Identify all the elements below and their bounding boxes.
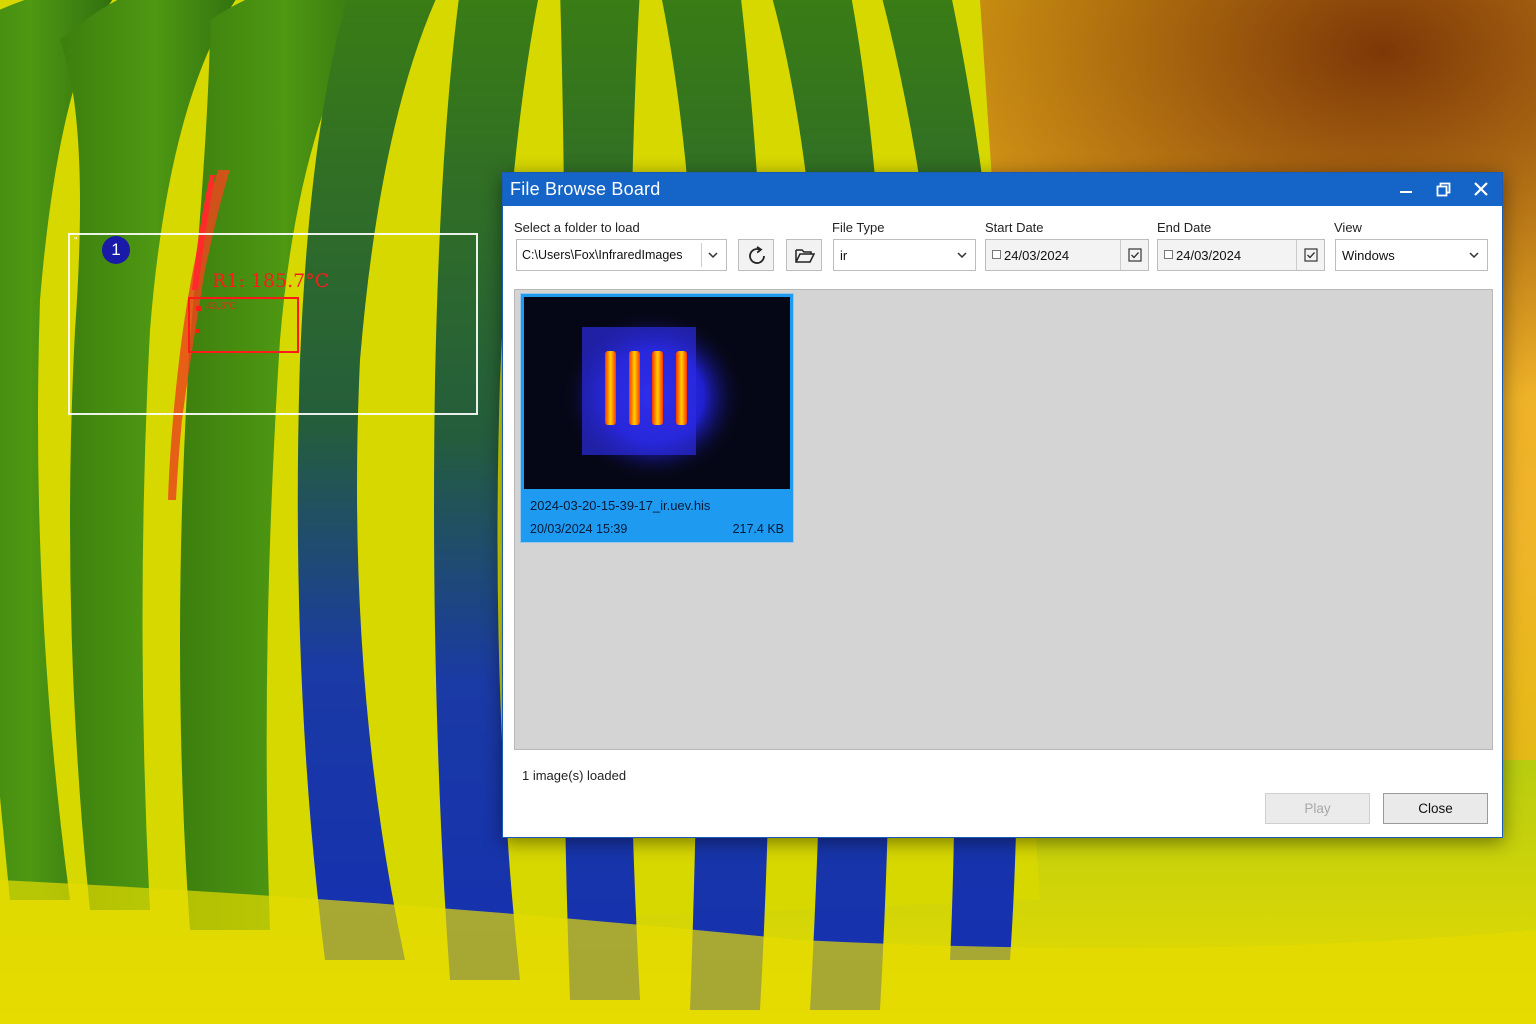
start-date-label: Start Date [985, 220, 1044, 235]
start-date-dropdown[interactable] [1120, 240, 1148, 270]
start-date-checkbox[interactable] [992, 250, 1001, 259]
file-name: 2024-03-20-15-39-17_ir.uev.his [530, 498, 711, 513]
folder-open-icon [795, 249, 816, 263]
view-value: Windows [1342, 248, 1395, 263]
roi-temperature-label: R1: 185.7°C [212, 270, 330, 292]
minimize-icon [1400, 191, 1412, 193]
area-handle[interactable]: " [74, 237, 78, 247]
file-type-select[interactable]: ir [833, 239, 976, 271]
file-thumbnail-image [524, 297, 790, 489]
cold-spot-marker [196, 329, 200, 333]
hot-spot-marker [196, 306, 201, 311]
open-folder-button[interactable] [786, 239, 822, 271]
refresh-button[interactable] [738, 239, 774, 271]
dialog-titlebar[interactable]: File Browse Board [503, 173, 1502, 206]
end-date-value: 24/03/2024 [1176, 248, 1242, 263]
end-date-dropdown[interactable] [1296, 240, 1324, 270]
start-date-value: 24/03/2024 [1004, 248, 1070, 263]
view-label: View [1334, 220, 1362, 235]
file-tile[interactable]: 2024-03-20-15-39-17_ir.uev.his 20/03/202… [520, 293, 794, 543]
end-date-picker[interactable]: 24/03/2024 [1157, 239, 1325, 271]
restore-icon [1436, 182, 1450, 197]
roi-rectangle[interactable]: 43.3°C [188, 297, 299, 353]
chevron-down-icon [1469, 252, 1479, 259]
refresh-icon [749, 246, 765, 264]
file-type-label: File Type [832, 220, 885, 235]
file-browse-dialog: File Browse Board Select a folder to loa… [502, 172, 1503, 838]
calendar-check-icon [1304, 248, 1318, 262]
chevron-down-icon[interactable] [708, 250, 718, 260]
end-date-label: End Date [1157, 220, 1212, 235]
file-datetime: 20/03/2024 15:39 [530, 522, 628, 536]
folder-path-value: C:\Users\Fox\InfraredImages [522, 248, 683, 262]
minimize-button[interactable] [1388, 173, 1424, 206]
folder-path-combobox[interactable]: C:\Users\Fox\InfraredImages [516, 239, 727, 271]
roi-inner-reading: 43.3°C [206, 301, 237, 312]
restore-button[interactable] [1425, 173, 1461, 206]
dialog-title: File Browse Board [510, 179, 661, 199]
close-icon [1474, 182, 1488, 196]
status-text: 1 image(s) loaded [522, 768, 627, 783]
play-button[interactable]: Play [1265, 793, 1370, 824]
calendar-check-icon [1128, 248, 1142, 262]
end-date-checkbox[interactable] [1164, 250, 1173, 259]
file-type-value: ir [840, 248, 848, 263]
view-select[interactable]: Windows [1335, 239, 1488, 271]
area-marker-badge[interactable]: 1 [102, 236, 130, 264]
start-date-picker[interactable]: 24/03/2024 [985, 239, 1149, 271]
combo-separator [701, 243, 702, 267]
folder-label: Select a folder to load [514, 220, 640, 235]
close-button[interactable]: Close [1383, 793, 1488, 824]
close-window-button[interactable] [1463, 173, 1499, 206]
file-size: 217.4 KB [732, 522, 784, 536]
chevron-down-icon [957, 252, 967, 259]
file-thumbnail-grid[interactable]: 2024-03-20-15-39-17_ir.uev.his 20/03/202… [514, 289, 1493, 750]
